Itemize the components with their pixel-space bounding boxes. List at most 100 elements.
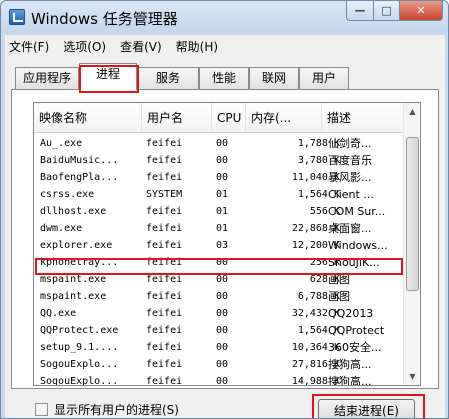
cell-user-name: feifei xyxy=(146,172,183,183)
cell-user-name: feifei xyxy=(146,325,183,336)
cell-user-name: feifei xyxy=(146,359,183,370)
cell-cpu: 00 xyxy=(216,376,229,386)
cell-memory: 6,788 K xyxy=(297,291,340,302)
table-row[interactable]: mspaint.exe feifei 00 6,788 K 画图 xyxy=(34,288,403,305)
cell-description: COM Sur... xyxy=(328,205,386,218)
task-manager-window: Windows 任务管理器 — □ ✕ 文件(F) 选项(O) 查看(V) 帮助… xyxy=(0,0,449,419)
cell-memory: 3,780 K xyxy=(297,155,340,166)
cell-cpu: 01 xyxy=(216,223,229,234)
menu-bar: 文件(F) 选项(O) 查看(V) 帮助(H) xyxy=(5,35,445,57)
menu-view[interactable]: 查看(V) xyxy=(120,38,162,55)
cell-image-name: QQ.exe xyxy=(40,308,77,319)
cell-cpu: 00 xyxy=(216,155,229,166)
cell-cpu: 00 xyxy=(216,359,229,370)
table-row[interactable]: setup_9.1.... feifei 00 10,364 K 360安全... xyxy=(34,339,403,356)
column-image-name[interactable]: 映像名称 xyxy=(34,103,142,133)
tab-networking[interactable]: 联网 xyxy=(249,67,299,89)
table-row[interactable]: explorer.exe feifei 03 12,200 K Windows... xyxy=(34,237,403,254)
cell-memory: 11,040 K xyxy=(291,172,340,183)
cell-description: 仙剑奇... xyxy=(328,137,372,150)
cell-image-name: BaofengPla... xyxy=(40,172,119,183)
cell-memory: 556 K xyxy=(309,206,340,217)
table-row[interactable]: SogouExplo... feifei 00 27,816 K 搜狗高... xyxy=(34,356,403,373)
cell-cpu: 01 xyxy=(216,206,229,217)
cell-description: 搜狗高... xyxy=(328,375,372,386)
cell-user-name: feifei xyxy=(146,308,183,319)
cell-description: 360安全... xyxy=(328,341,382,354)
process-list[interactable]: 映像名称 用户名 CPU 内存(... 描述 Au_.exe feifei 00 1,… xyxy=(33,102,421,386)
cell-image-name: SogouExplo... xyxy=(40,359,119,370)
cell-image-name: Au_.exe xyxy=(40,138,83,149)
cell-image-name: BaiduMusic... xyxy=(40,155,119,166)
table-row[interactable]: BaofengPla... feifei 00 11,040 K 暴风影... xyxy=(34,169,403,186)
column-user-name[interactable]: 用户名 xyxy=(142,103,212,133)
cell-image-name: dllhost.exe xyxy=(40,206,107,217)
tab-services[interactable]: 服务 xyxy=(137,67,199,89)
scroll-down-icon[interactable]: ▼ xyxy=(404,368,420,385)
maximize-button[interactable]: □ xyxy=(373,1,400,21)
cell-description: QQ2013 xyxy=(328,307,374,320)
table-row[interactable]: dllhost.exe feifei 01 556 K COM Sur... xyxy=(34,203,403,220)
cell-image-name: explorer.exe xyxy=(40,240,113,251)
minimize-button[interactable]: — xyxy=(346,1,374,21)
scroll-up-icon[interactable]: ▲ xyxy=(404,103,420,120)
table-row[interactable]: Au_.exe feifei 00 1,788 K 仙剑奇... xyxy=(34,135,403,152)
task-manager-icon xyxy=(9,9,25,25)
column-memory[interactable]: 内存(... xyxy=(246,103,322,133)
menu-file[interactable]: 文件(F) xyxy=(9,38,49,55)
cell-cpu: 01 xyxy=(216,189,229,200)
show-all-users-label: 显示所有用户的进程(S) xyxy=(54,403,179,417)
table-row[interactable]: QQ.exe feifei 00 32,432 K QQ2013 xyxy=(34,305,403,322)
table-row[interactable]: dwm.exe feifei 01 22,868 K 桌面窗... xyxy=(34,220,403,237)
end-process-highlight-box xyxy=(312,394,425,418)
show-all-users-checkbox[interactable] xyxy=(35,403,48,416)
close-button[interactable]: ✕ xyxy=(399,1,443,21)
cell-cpu: 00 xyxy=(216,291,229,302)
cell-user-name: feifei xyxy=(146,138,183,149)
tab-performance[interactable]: 性能 xyxy=(199,67,249,89)
cell-user-name: feifei xyxy=(146,223,183,234)
cell-user-name: SYSTEM xyxy=(146,189,183,200)
window-title: Windows 任务管理器 xyxy=(31,10,178,28)
vertical-scrollbar[interactable]: ▲ ▼ xyxy=(403,103,420,385)
cell-cpu: 00 xyxy=(216,325,229,336)
cell-memory: 22,868 K xyxy=(291,223,340,234)
table-row[interactable]: QQProtect.exe feifei 00 1,564 K QQProtect xyxy=(34,322,403,339)
cell-user-name: feifei xyxy=(146,240,183,251)
cell-cpu: 00 xyxy=(216,172,229,183)
cell-description: 暴风影... xyxy=(328,171,372,184)
cell-user-name: feifei xyxy=(146,291,183,302)
cell-memory: 14,988 K xyxy=(291,376,340,386)
column-cpu[interactable]: CPU xyxy=(212,103,246,133)
table-row[interactable]: BaiduMusic... feifei 00 3,780 K 百度音乐 xyxy=(34,152,403,169)
cell-memory: 1,564 K xyxy=(297,325,340,336)
cell-cpu: 00 xyxy=(216,342,229,353)
cell-description: Client ... xyxy=(328,188,374,201)
cell-cpu: 00 xyxy=(216,138,229,149)
cell-description: 百度音乐 xyxy=(328,154,372,167)
cell-description: 搜狗高... xyxy=(328,358,372,371)
cell-cpu: 03 xyxy=(216,240,229,251)
cell-image-name: dwm.exe xyxy=(40,223,83,234)
title-bar[interactable]: Windows 任务管理器 — □ ✕ xyxy=(1,1,448,33)
cell-user-name: feifei xyxy=(146,376,183,386)
menu-options[interactable]: 选项(O) xyxy=(63,38,106,55)
column-description[interactable]: 描述 xyxy=(322,103,403,133)
tab-highlight-box xyxy=(79,65,139,93)
table-row[interactable]: csrss.exe SYSTEM 01 1,564 K Client ... xyxy=(34,186,403,203)
cell-description: 桌面窗... xyxy=(328,222,372,235)
scrollbar-thumb[interactable] xyxy=(406,137,419,292)
menu-help[interactable]: 帮助(H) xyxy=(176,38,218,55)
cell-image-name: mspaint.exe xyxy=(40,291,107,302)
table-row[interactable]: SogouExplo... feifei 00 14,988 K 搜狗高... xyxy=(34,373,403,386)
cell-memory: 12,200 K xyxy=(291,240,340,251)
cell-user-name: feifei xyxy=(146,206,183,217)
cell-user-name: feifei xyxy=(146,342,183,353)
cell-image-name: QQProtect.exe xyxy=(40,325,119,336)
cell-memory: 27,816 K xyxy=(291,359,340,370)
tab-applications[interactable]: 应用程序 xyxy=(15,67,79,89)
process-list-header: 映像名称 用户名 CPU 内存(... 描述 xyxy=(34,103,403,133)
show-all-users-option[interactable]: 显示所有用户的进程(S) xyxy=(35,401,179,418)
tab-users[interactable]: 用户 xyxy=(299,67,349,89)
cell-image-name: SogouExplo... xyxy=(40,376,119,386)
